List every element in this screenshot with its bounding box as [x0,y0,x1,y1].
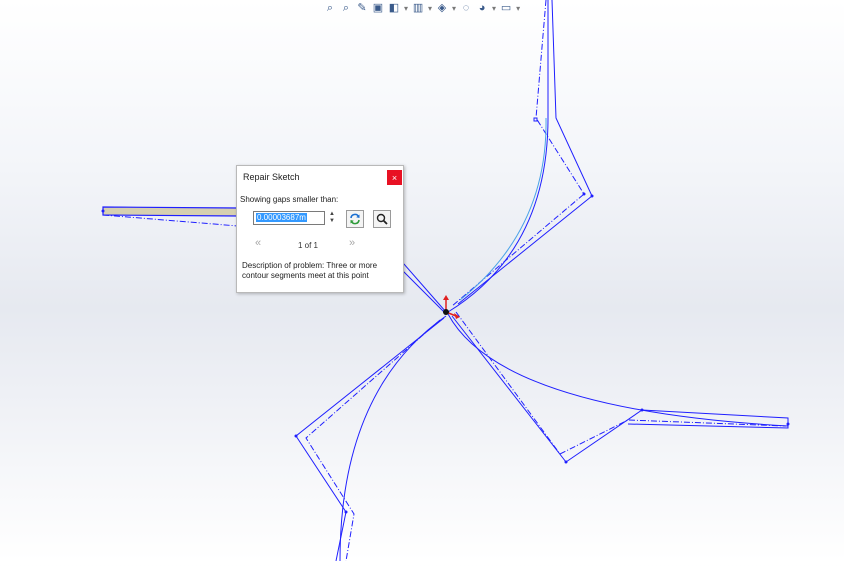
next-problem-button[interactable]: » [349,237,355,249]
sketch-line-bottom-b [305,319,441,562]
repair-sketch-dialog: Repair Sketch × Showing gaps smaller tha… [236,165,404,293]
sketch-curve-bottom [339,315,447,562]
sketch-curve-right [447,313,789,427]
selected-sketch-region [102,206,239,217]
sketch-curve-top [447,0,549,313]
sketch-line-right-a [451,315,789,463]
dropdown-arrow-icon[interactable]: ▾ [452,4,456,13]
zoom-to-gap-button[interactable] [373,210,391,228]
sketch-line-top-a [457,0,593,305]
heads-up-view-toolbar: ⌕ ⌕ ✎ ▣ ◧ ▾ ▥ ▾ ◈ ▾ ◌ ◕ ▾ ▭ ▾ [323,0,521,16]
refresh-icon [350,213,360,225]
zoom-to-fit-icon[interactable]: ⌕ [323,1,337,15]
gap-threshold-input[interactable]: 0.00003687m [253,211,325,225]
sketch-line-left-b [102,214,239,227]
edit-appearance-icon[interactable]: ◌ [459,1,473,15]
sketch-line-bottom-a [295,317,445,562]
display-style-icon[interactable]: ▥ [411,1,425,15]
sketch-points [101,192,790,514]
problem-description: Description of problem: Three or more co… [242,261,378,280]
gap-threshold-spinner[interactable]: ▲ ▼ [328,211,336,226]
view-settings-icon[interactable]: ▭ [499,1,513,15]
previous-problem-button[interactable]: « [255,237,261,249]
sketch-endpoint [533,117,538,122]
zoom-to-area-icon[interactable]: ⌕ [339,1,353,15]
refresh-button[interactable] [346,210,364,228]
sketch-line-left-c [401,269,447,315]
sketch-line-right-b [455,311,787,455]
dropdown-arrow-icon[interactable]: ▾ [492,4,496,13]
dropdown-arrow-icon[interactable]: ▾ [428,4,432,13]
dropdown-arrow-icon[interactable]: ▾ [404,4,408,13]
close-icon[interactable]: × [387,170,402,185]
spin-down-icon[interactable]: ▼ [328,218,336,225]
section-view-icon[interactable]: ▣ [371,1,385,15]
gap-threshold-label: Showing gaps smaller than: [240,195,339,204]
apply-scene-icon[interactable]: ◕ [475,1,489,15]
view-orientation-icon[interactable]: ◧ [387,1,401,15]
spin-up-icon[interactable]: ▲ [328,211,336,218]
problem-location-triad-icon [443,295,460,319]
graphics-area[interactable] [0,0,844,562]
problem-counter: 1 of 1 [297,241,318,250]
hide-show-icon[interactable]: ◈ [435,1,449,15]
magnifier-icon [376,213,388,225]
dialog-title: Repair Sketch [243,172,300,182]
gap-threshold-value: 0.00003687m [256,213,307,222]
dropdown-arrow-icon[interactable]: ▾ [516,4,520,13]
sketch-line-top-b [451,0,585,307]
sketch-canvas[interactable] [0,0,844,562]
previous-view-icon[interactable]: ✎ [355,1,369,15]
